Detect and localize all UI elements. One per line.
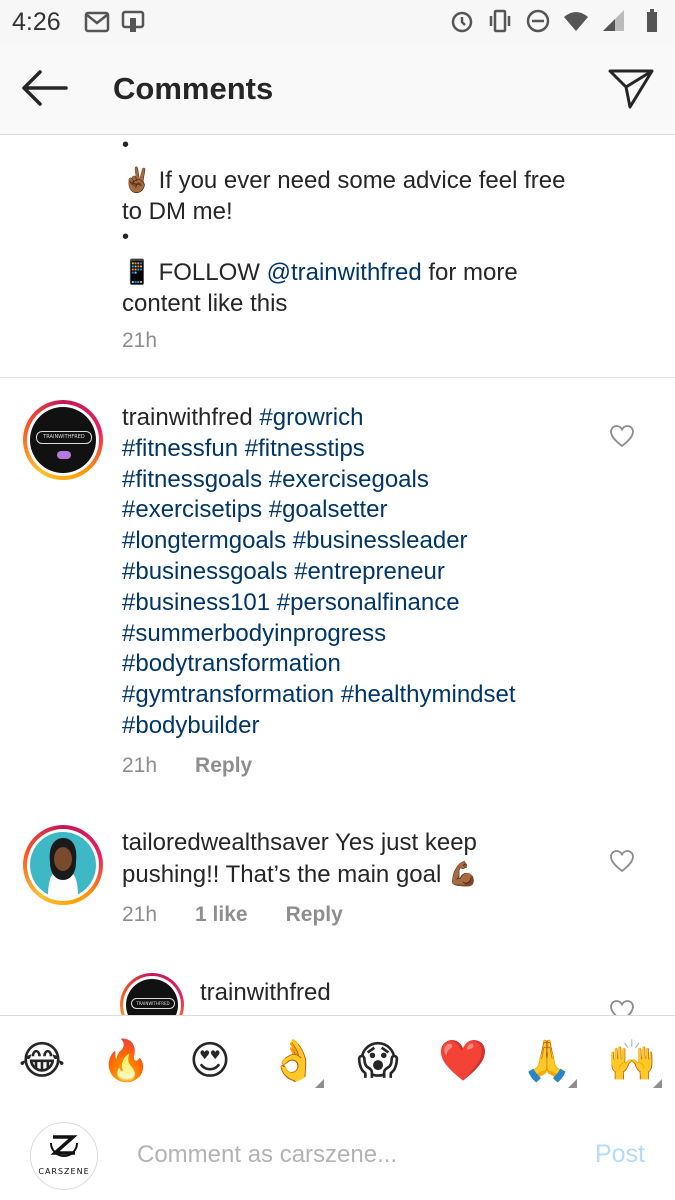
reply-button[interactable]: Reply <box>195 754 252 778</box>
caption-text: FOLLOW <box>158 259 260 286</box>
caption-line: content like this <box>122 290 288 317</box>
avatar[interactable]: TRAINWITHFRED <box>120 973 184 1015</box>
comment-timestamp: 21h <box>122 754 158 777</box>
likes-count[interactable]: 1 like <box>195 903 248 927</box>
hashtag-line[interactable]: #bodytransformation <box>122 650 341 677</box>
victory-hand-emoji: ✌🏾 <box>122 166 152 194</box>
bullet-dot: • <box>122 135 130 156</box>
mention-link[interactable]: @trainwithfred <box>267 259 422 286</box>
heart-icon[interactable] <box>609 849 635 873</box>
comment-text: tailoredwealthsaver Yes just keep pushin… <box>122 828 592 891</box>
avatar-label: CARSZENE <box>38 1167 90 1176</box>
arm-logo-icon <box>57 451 71 459</box>
caption-line: ✌🏾 If you ever need some advice feel fre… <box>122 165 622 196</box>
comment-text-part: Yes just keep <box>335 829 477 856</box>
hashtag-line[interactable]: #longtermgoals #businessleader <box>122 527 468 554</box>
caption-text: If you ever need some advice feel free <box>158 167 566 194</box>
comment-text: trainwithfred #growrich #fitnessfun #fit… <box>122 403 592 742</box>
hashtag-line[interactable]: #exercisetips #goalsetter <box>122 496 387 523</box>
avatar[interactable]: TRAINWITHFRED <box>23 400 103 480</box>
caption-line: 📱 FOLLOW @trainwithfred for more <box>122 257 622 288</box>
post-button[interactable]: Post <box>595 1140 645 1169</box>
vibrate-icon <box>489 9 511 33</box>
divider <box>0 377 675 378</box>
dnd-icon <box>526 9 550 33</box>
caption-timestamp: 21h <box>122 329 158 352</box>
ok-hand-emoji[interactable]: 👌 <box>268 1036 324 1088</box>
trainwithfred-logo: TRAINWITHFRED <box>36 431 92 444</box>
hashtag[interactable]: #growrich <box>259 404 363 431</box>
tears-of-joy-emoji[interactable]: 😂 <box>16 1036 68 1086</box>
user-avatar[interactable]: CARSZENE <box>30 1122 98 1190</box>
paper-plane-icon[interactable] <box>607 66 655 110</box>
carszene-logo-icon <box>50 1135 78 1165</box>
hashtag-line[interactable]: #businessgoals #entrepreneur <box>122 558 445 585</box>
page-title: Comments <box>113 71 274 106</box>
comment-input[interactable] <box>135 1136 559 1174</box>
battery-icon <box>647 9 657 32</box>
notification-icon <box>121 10 145 32</box>
heart-eyes-emoji[interactable]: 😍 <box>184 1036 236 1086</box>
hashtag-line[interactable]: #fitnessgoals #exercisegoals <box>122 466 429 493</box>
caption-text: for more <box>428 259 518 286</box>
comment-list[interactable]: • ✌🏾 If you ever need some advice feel f… <box>0 135 675 1015</box>
hashtag-line[interactable]: #gymtransformation #healthymindset <box>122 681 516 708</box>
flexed-biceps-emoji: 💪🏾 <box>448 859 478 888</box>
heart-icon[interactable] <box>609 424 635 448</box>
signal-icon <box>603 10 624 31</box>
hashtag-line[interactable]: #summerbodyinprogress <box>122 620 386 647</box>
skin-tone-indicator-icon <box>653 1079 662 1088</box>
raised-hands-emoji[interactable]: 🙌 <box>606 1036 662 1088</box>
comment-meta: 21h Reply <box>122 754 252 778</box>
hashtag-line[interactable]: #bodybuilder <box>122 712 259 739</box>
wifi-icon <box>564 12 588 31</box>
heart-icon[interactable] <box>609 999 635 1015</box>
reply-button[interactable]: Reply <box>286 903 343 927</box>
red-heart-emoji[interactable]: ❤️ <box>437 1036 489 1086</box>
comment-timestamp: 21h <box>122 903 158 926</box>
comment-meta: 21h 1 like Reply <box>122 903 343 927</box>
comment-composer: CARSZENE Post <box>0 1106 675 1200</box>
ok-hand-glyph: 👌 <box>269 1038 319 1084</box>
caption-continuation: • ✌🏾 If you ever need some advice feel f… <box>122 135 622 319</box>
trainwithfred-logo: TRAINWITHFRED <box>131 998 175 1009</box>
raised-hands-glyph: 🙌 <box>607 1038 657 1084</box>
arrow-left-icon[interactable] <box>18 66 70 110</box>
alarm-icon <box>451 11 473 33</box>
comment-username[interactable]: tailoredwealthsaver <box>122 829 329 856</box>
comment-text-part: pushing!! That’s the main goal <box>122 860 442 888</box>
avatar[interactable] <box>23 825 103 905</box>
skin-tone-indicator-icon <box>315 1079 324 1088</box>
gmail-icon <box>84 11 110 33</box>
fire-emoji[interactable]: 🔥 <box>100 1036 152 1086</box>
comment-username[interactable]: trainwithfred <box>200 979 331 1006</box>
status-left-icons <box>84 9 146 35</box>
status-time: 4:26 <box>12 8 61 36</box>
folded-hands-emoji[interactable]: 🙏 <box>521 1036 577 1088</box>
app-header: Comments <box>0 44 675 135</box>
folded-hands-glyph: 🙏 <box>522 1038 572 1084</box>
skin-tone-indicator-icon <box>568 1079 577 1088</box>
hashtag-line[interactable]: #fitnessfun #fitnesstips <box>122 435 365 462</box>
caption-line: to DM me! <box>122 198 233 225</box>
bullet-dot: • <box>122 226 130 248</box>
mobile-phone-emoji: 📱 <box>122 258 152 286</box>
comment-text: trainwithfred <box>200 978 670 1009</box>
comment-username[interactable]: trainwithfred <box>122 404 253 431</box>
profile-photo <box>48 838 78 898</box>
status-right-icons <box>449 8 665 34</box>
scream-emoji[interactable]: 😱 <box>352 1036 404 1086</box>
hashtag-line[interactable]: #business101 #personalfinance <box>122 589 460 616</box>
status-bar: 4:26 <box>0 0 675 44</box>
emoji-bar: 😂 🔥 😍 👌 😱 ❤️ 🙏 🙌 <box>0 1015 675 1107</box>
